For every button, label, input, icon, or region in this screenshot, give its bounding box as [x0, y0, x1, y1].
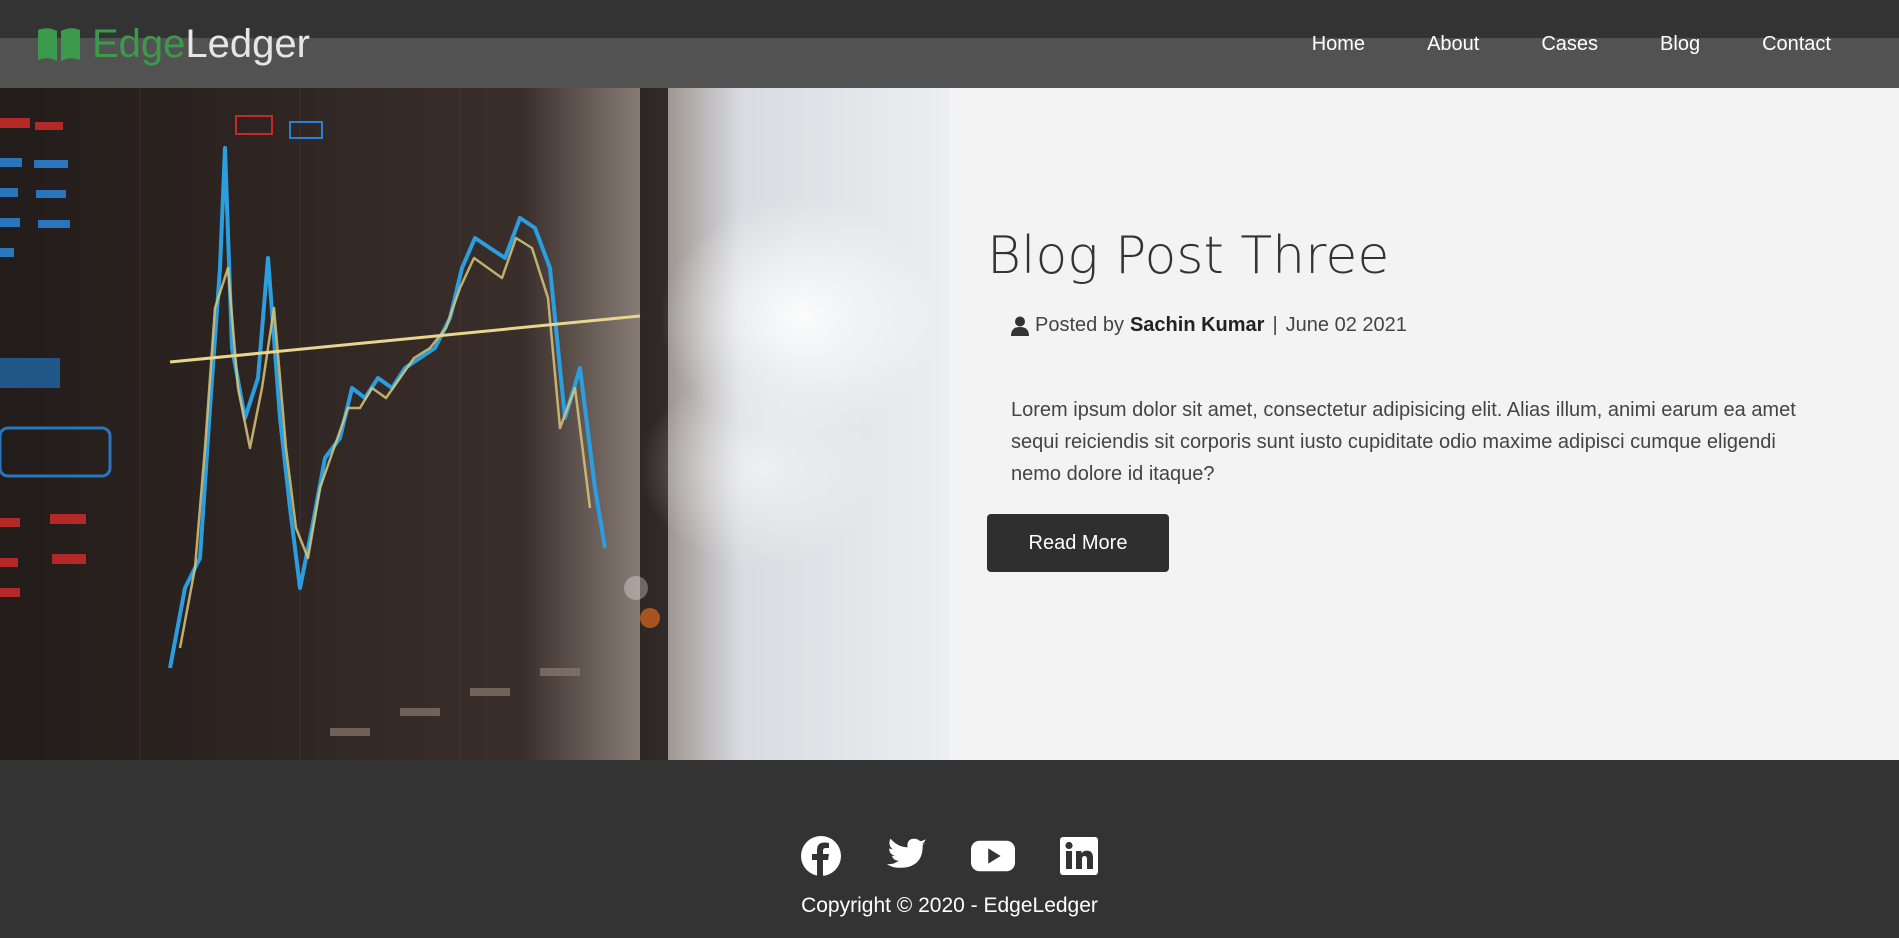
nav-contact[interactable]: Contact [1762, 30, 1831, 58]
post-author: Sachin Kumar [1129, 314, 1265, 336]
social-links [0, 834, 1899, 878]
brand-logo[interactable]: EdgeLedger [36, 20, 310, 68]
blog-post-hero: Blog Post Three Posted by Sachin Kumar |… [0, 88, 1899, 760]
read-more-button[interactable]: Read More [987, 514, 1169, 572]
meta-separator: | [1272, 314, 1278, 336]
footer: Copyright © 2020 - EdgeLedger [0, 760, 1899, 938]
facebook-icon[interactable] [799, 834, 843, 878]
nav-home[interactable]: Home [1312, 30, 1365, 58]
youtube-icon[interactable] [970, 834, 1015, 878]
post-image [0, 88, 949, 760]
user-icon [1011, 316, 1029, 336]
post-excerpt: Lorem ipsum dolor sit amet, consectetur … [1011, 399, 1796, 485]
open-book-icon [38, 28, 80, 61]
brand-name: EdgeLedger [92, 20, 310, 68]
post-title: Blog Post Three [987, 226, 1390, 286]
copyright-text: Copyright © 2020 - EdgeLedger [801, 894, 1098, 917]
nav-blog[interactable]: Blog [1660, 30, 1700, 58]
brand-name-ledger: Ledger [185, 22, 310, 66]
stock-chart-photo [0, 88, 949, 760]
brand-name-edge: Edge [92, 22, 186, 66]
post-date: June 02 2021 [1285, 314, 1407, 336]
nav-about[interactable]: About [1427, 30, 1479, 58]
main-nav: Home About Cases Blog Contact [1250, 30, 1831, 58]
post-meta: Posted by Sachin Kumar | June 02 2021 [1011, 314, 1407, 337]
post-content: Blog Post Three Posted by Sachin Kumar |… [949, 88, 1899, 760]
twitter-icon[interactable] [885, 834, 929, 878]
meta-prefix: Posted by [1035, 314, 1124, 336]
linkedin-icon[interactable] [1057, 834, 1101, 878]
nav-cases[interactable]: Cases [1541, 30, 1598, 58]
